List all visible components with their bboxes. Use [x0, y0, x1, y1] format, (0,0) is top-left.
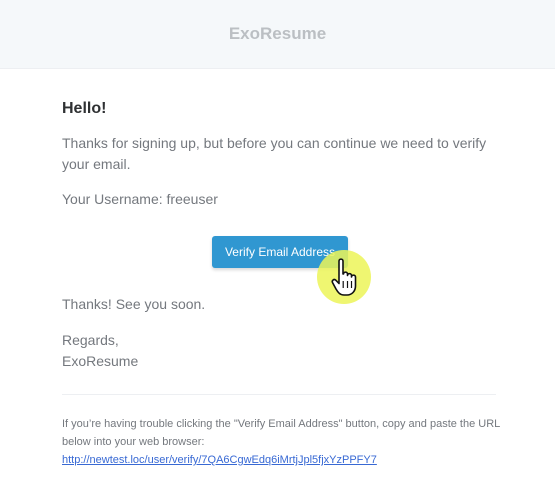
username-text: Your Username: freeuser — [62, 191, 218, 207]
subcopy-text: If you’re having trouble clicking the "V… — [62, 415, 502, 469]
verify-url-link[interactable]: http://newtest.loc/user/verify/7QA6CgwEd… — [62, 454, 377, 466]
subcopy-instructions: If you’re having trouble clicking the "V… — [62, 418, 500, 448]
brand-link[interactable]: ExoResume — [229, 24, 326, 44]
regards-block: Regards, ExoResume — [62, 330, 138, 372]
email-header: ExoResume — [0, 0, 555, 69]
signature-text: ExoResume — [62, 353, 139, 369]
thanks-text: Thanks! See you soon. — [62, 296, 206, 312]
footer-divider — [62, 394, 496, 395]
intro-text: Thanks for signing up, but before you ca… — [62, 135, 487, 172]
greeting-heading: Hello! — [62, 100, 107, 117]
hand-pointer-icon — [331, 258, 357, 296]
regards-text: Regards, — [62, 332, 119, 348]
